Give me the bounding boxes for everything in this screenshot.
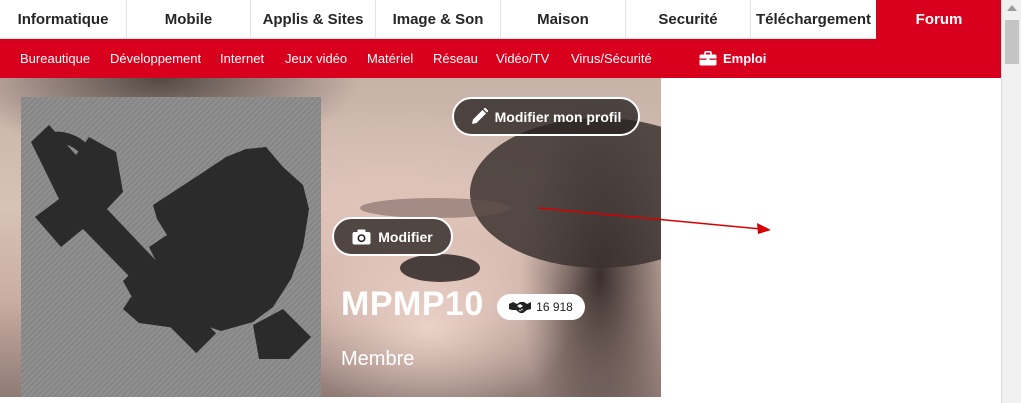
tab-forum[interactable]: Forum: [876, 0, 1001, 39]
tab-maison[interactable]: Maison: [500, 0, 625, 39]
avatar[interactable]: [21, 97, 321, 397]
subnav-item-jeux-video[interactable]: Jeux vidéo: [285, 39, 347, 78]
tab-applis-sites[interactable]: Applis & Sites: [250, 0, 375, 39]
handshake-icon: [509, 302, 532, 313]
briefcase-icon: [699, 51, 717, 66]
subnav-item-virus-securite[interactable]: Virus/Sécurité: [571, 39, 652, 78]
user-role: Membre: [341, 348, 415, 370]
cover-photo-shape: [470, 118, 661, 268]
tab-securite[interactable]: Securité: [625, 0, 750, 39]
modify-photo-label: Modifier: [378, 228, 433, 245]
camera-icon: [352, 229, 371, 244]
tab-image-son[interactable]: Image & Son: [375, 0, 500, 39]
vertical-scrollbar[interactable]: [1001, 0, 1021, 403]
annotation-arrow: [537, 207, 771, 234]
tab-mobile[interactable]: Mobile: [126, 0, 250, 39]
scroll-up-icon[interactable]: [1007, 5, 1017, 11]
cover-photo-shape: [360, 198, 510, 218]
subnav-item-materiel[interactable]: Matériel: [367, 39, 413, 78]
subnav-item-emploi[interactable]: Emploi: [699, 39, 766, 78]
tab-informatique[interactable]: Informatique: [0, 0, 126, 39]
cover-photo-shape: [400, 254, 480, 282]
edit-profile-label: Modifier mon profil: [494, 108, 622, 125]
subnav-item-internet[interactable]: Internet: [220, 39, 264, 78]
subnav-item-reseau[interactable]: Réseau: [433, 39, 478, 78]
top-navigation: Informatique Mobile Applis & Sites Image…: [0, 0, 1001, 39]
subnav-item-bureautique[interactable]: Bureautique: [20, 39, 90, 78]
pencil-icon: [471, 108, 488, 124]
subnav-item-developpement[interactable]: Développement: [110, 39, 201, 78]
username: MPMP10: [341, 285, 484, 323]
reputation-badge[interactable]: 16 918: [497, 294, 585, 320]
scrollbar-thumb[interactable]: [1005, 20, 1019, 64]
tab-telechargement[interactable]: Téléchargement: [750, 0, 876, 39]
forum-sub-navigation: Bureautique Développement Internet Jeux …: [0, 39, 1001, 78]
modify-photo-button[interactable]: Modifier: [332, 217, 453, 256]
subnav-item-emploi-label: Emploi: [723, 51, 767, 66]
subnav-item-video-tv[interactable]: Vidéo/TV: [496, 39, 549, 78]
reputation-count: 16 918: [536, 300, 573, 314]
edit-profile-button[interactable]: Modifier mon profil: [452, 97, 640, 136]
wrench-hand-icon: [31, 125, 311, 359]
